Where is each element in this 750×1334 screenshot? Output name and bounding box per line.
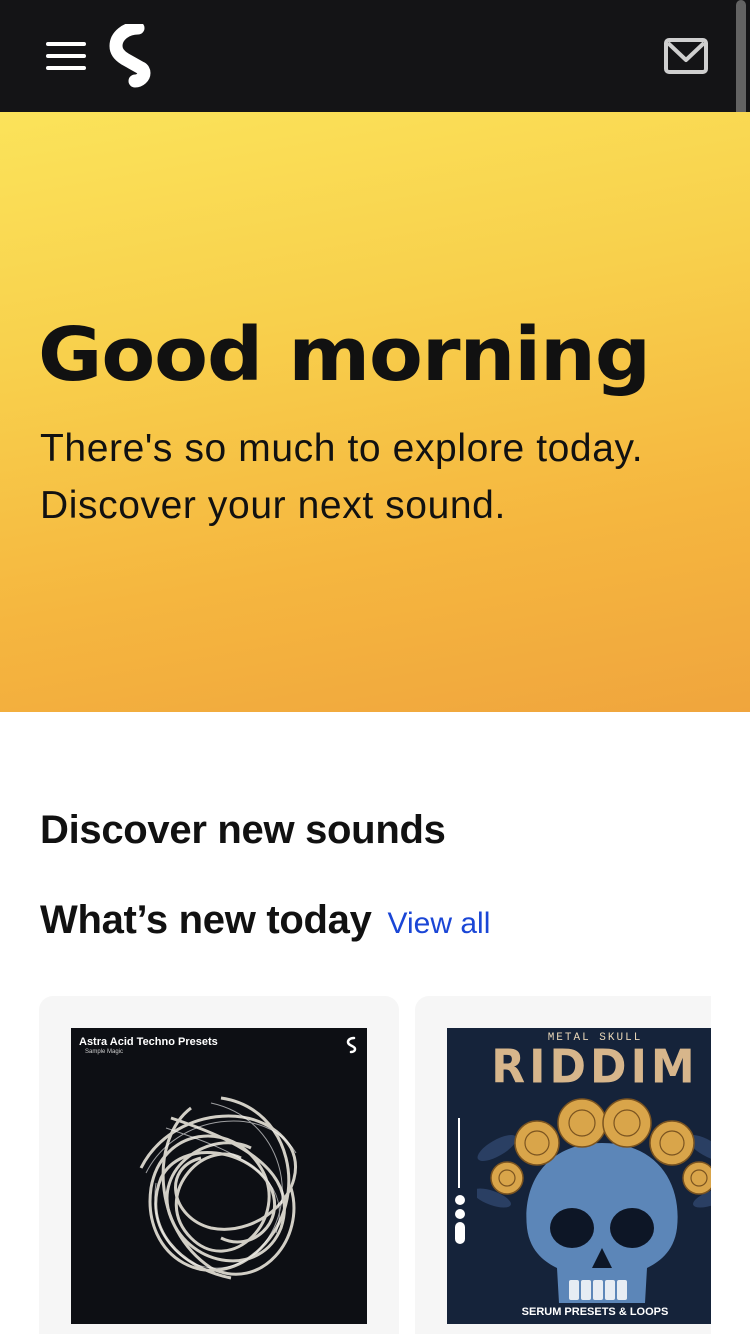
- hamburger-menu-icon[interactable]: [46, 40, 86, 72]
- pack-cover-image: Astra Acid Techno Presets Sample Magic: [71, 1028, 367, 1324]
- splice-logo-icon[interactable]: [108, 21, 158, 90]
- row-title: What’s new today: [40, 898, 372, 942]
- cover-title: RIDDIM: [491, 1040, 699, 1095]
- top-nav-bar: [0, 0, 750, 134]
- new-releases-carousel[interactable]: Astra Acid Techno Presets Sample Magic M…: [39, 996, 711, 1334]
- pack-card[interactable]: METAL SKULL RIDDIM SERUM PRESETS & LOOPS: [415, 996, 711, 1334]
- label-logo-icon: [455, 1118, 465, 1244]
- skull-with-flowers-art: [477, 1098, 711, 1303]
- greeting-title: Good morning: [38, 312, 651, 398]
- label-logo-icon: [346, 1036, 357, 1054]
- pack-card[interactable]: Astra Acid Techno Presets Sample Magic: [39, 996, 399, 1334]
- view-all-link[interactable]: View all: [388, 907, 491, 941]
- whats-new-header: What’s new today View all: [40, 898, 490, 943]
- cover-title: Astra Acid Techno Presets: [79, 1036, 218, 1048]
- cover-label: Sample Magic: [85, 1049, 124, 1055]
- abstract-swirl-art: [139, 1096, 298, 1280]
- pack-cover-image: METAL SKULL RIDDIM SERUM PRESETS & LOOPS: [447, 1028, 711, 1324]
- greeting-subtitle: There's so much to explore today. Discov…: [40, 427, 644, 527]
- mail-envelope-icon[interactable]: [664, 38, 708, 74]
- cover-caption: SERUM PRESETS & LOOPS: [521, 1306, 669, 1318]
- section-title: Discover new sounds: [40, 808, 446, 852]
- greeting-hero: Good morning There's so much to explore …: [0, 112, 750, 712]
